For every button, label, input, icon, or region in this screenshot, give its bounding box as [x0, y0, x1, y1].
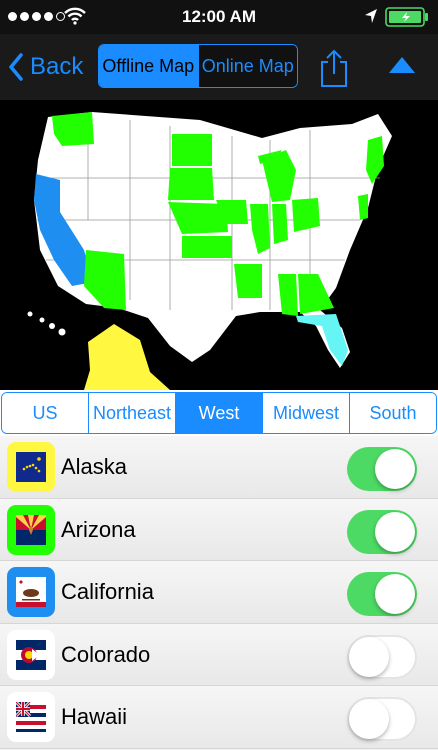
colorado-badge [7, 629, 55, 680]
california-flag-icon [16, 577, 46, 607]
state-indiana [272, 204, 288, 244]
list-item: Alaska [0, 436, 438, 499]
colorado-toggle[interactable] [347, 634, 417, 679]
chevron-left-icon [9, 53, 23, 81]
alaska-flag-icon [16, 452, 46, 482]
state-florida [296, 314, 348, 366]
us-map-graphic [27, 112, 392, 390]
list-item: California [0, 561, 438, 624]
state-alaska [84, 324, 170, 390]
region-tab-midwest[interactable]: Midwest [262, 393, 349, 433]
state-name: Hawaii [61, 704, 128, 729]
state-name: Alaska [61, 454, 128, 479]
us-map[interactable] [0, 100, 438, 390]
arizona-flag-icon [16, 514, 46, 545]
state-name: Arizona [61, 516, 136, 542]
state-hawaii [27, 311, 66, 336]
list-item: Colorado [0, 623, 438, 686]
list-item: Hawaii [0, 686, 438, 749]
region-segmented-control: US Northeast West Midwest South [1, 392, 437, 434]
state-kansas [182, 236, 232, 258]
nav-bar: Back Offline Map Online Map [0, 34, 438, 100]
region-bar: US Northeast West Midwest South [0, 390, 438, 436]
colorado-flag-icon [16, 639, 46, 670]
hawaii-badge [7, 692, 55, 742]
alaska-badge [7, 442, 55, 492]
state-south-dakota [168, 168, 214, 200]
status-bar: 12:00 AM [0, 0, 438, 34]
state-name: California [61, 579, 154, 604]
region-tab-us[interactable]: US [2, 393, 88, 433]
arizona-badge [7, 504, 55, 555]
arizona-toggle[interactable] [347, 509, 417, 554]
region-tab-south[interactable]: South [349, 393, 436, 433]
hawaii-toggle[interactable] [347, 697, 417, 741]
state-ohio [292, 198, 320, 232]
triangle-up-icon[interactable] [388, 56, 416, 74]
california-badge [7, 567, 55, 617]
state-arkansas [234, 264, 262, 298]
map-mode-segmented-control: Offline Map Online Map [98, 44, 298, 88]
region-tab-west[interactable]: West [175, 393, 262, 433]
back-label: Back [30, 53, 84, 80]
online-map-tab[interactable]: Online Map [197, 45, 297, 87]
location-arrow-icon [365, 9, 377, 23]
share-icon[interactable] [318, 48, 350, 88]
state-name: Colorado [61, 641, 151, 667]
alaska-toggle[interactable] [347, 447, 417, 491]
offline-map-tab[interactable]: Offline Map [99, 45, 198, 87]
state-list: Alaska Arizona California Colorado Hawai… [0, 436, 438, 750]
back-button[interactable]: Back [8, 50, 83, 84]
list-item: Arizona [0, 498, 438, 561]
state-north-dakota [172, 134, 212, 166]
california-toggle[interactable] [347, 572, 417, 616]
battery-icon [385, 7, 428, 27]
region-tab-northeast[interactable]: Northeast [88, 393, 175, 433]
hawaii-flag-icon [16, 702, 46, 732]
